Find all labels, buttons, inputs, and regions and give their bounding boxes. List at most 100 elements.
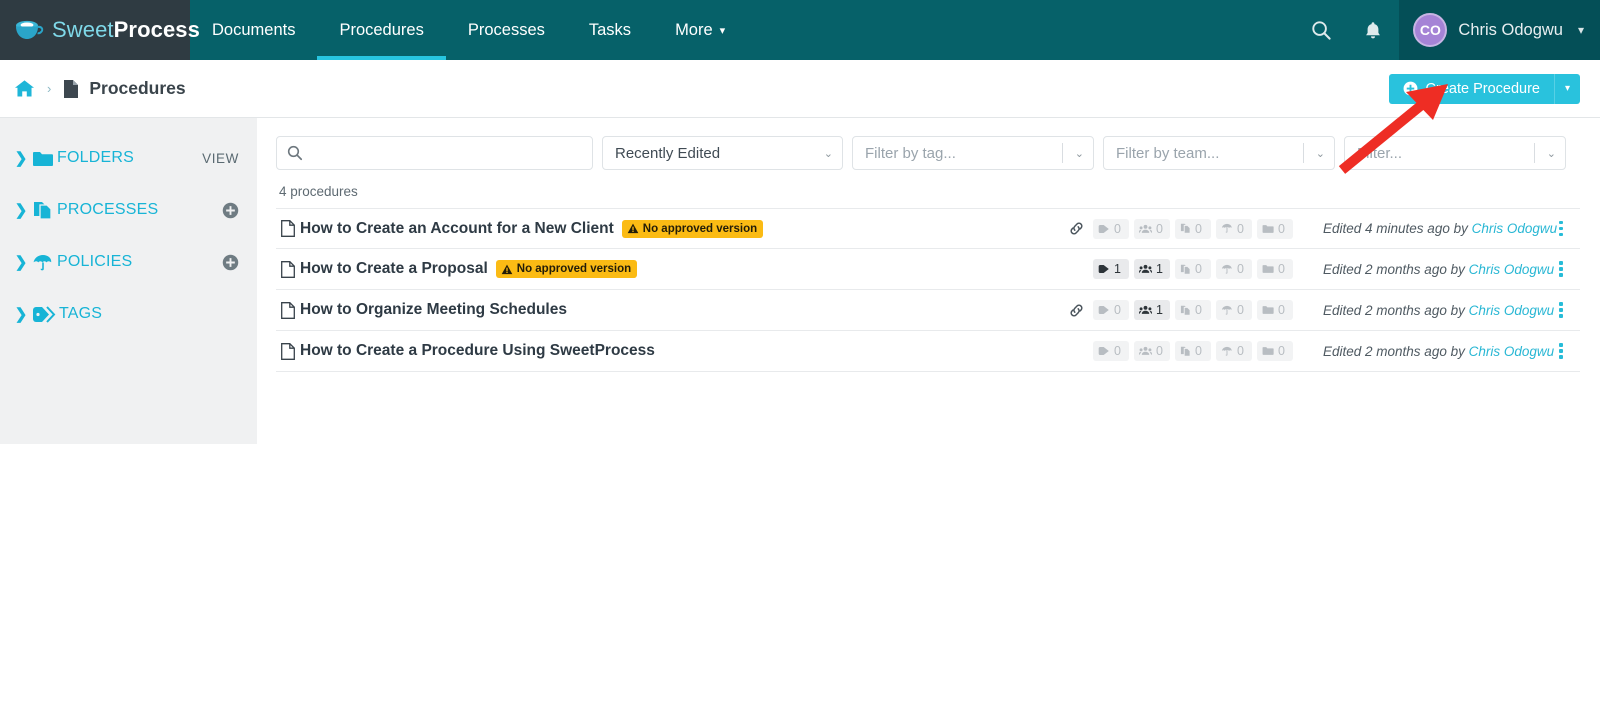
link-icon[interactable] xyxy=(1059,220,1093,237)
search-field[interactable] xyxy=(276,136,593,170)
search-input[interactable] xyxy=(311,144,582,162)
chip-folders[interactable]: 0 xyxy=(1257,300,1293,320)
table-row[interactable]: How to Create an Account for a New Clien… xyxy=(276,208,1580,249)
document-icon xyxy=(63,79,79,99)
chip-policies[interactable]: 0 xyxy=(1216,300,1252,320)
nav-item-procedures[interactable]: Procedures xyxy=(317,0,447,60)
chevron-right-icon: ❯ xyxy=(14,306,28,323)
sort-value: Recently Edited xyxy=(615,144,721,162)
chip-folders[interactable]: 0 xyxy=(1257,341,1293,361)
user-menu[interactable]: CO Chris Odogwu ▾ xyxy=(1399,0,1600,60)
chip-processes[interactable]: 0 xyxy=(1175,259,1211,279)
author-link[interactable]: Chris Odogwu xyxy=(1472,221,1558,236)
brand-logo[interactable]: SweetProcess xyxy=(0,0,200,60)
metric-chips: 0 0 0 0 0 xyxy=(1093,218,1301,239)
chip-processes[interactable]: 0 xyxy=(1175,341,1211,361)
procedure-title[interactable]: How to Create a Proposal xyxy=(300,260,488,278)
create-procedure-button[interactable]: Create Procedure xyxy=(1388,73,1554,104)
document-icon xyxy=(276,260,300,278)
people-icon xyxy=(1139,346,1152,356)
search-icon[interactable] xyxy=(1295,0,1347,60)
sidebar-item-tags[interactable]: ❯ TAGS xyxy=(0,288,257,340)
chip-policies[interactable]: 0 xyxy=(1216,218,1252,239)
avatar: CO xyxy=(1413,13,1448,47)
document-icon xyxy=(276,301,300,319)
sidebar-item-processes[interactable]: ❯ PROCESSES xyxy=(0,184,257,236)
chip-count: 0 xyxy=(1278,262,1285,276)
nav-label: More xyxy=(675,20,713,39)
sidebar-item-policies[interactable]: ❯ POLICIES xyxy=(0,236,257,288)
people-icon xyxy=(1139,224,1152,234)
umbrella-icon xyxy=(1221,305,1233,316)
author-link[interactable]: Chris Odogwu xyxy=(1469,262,1555,277)
nav-item-documents[interactable]: Documents xyxy=(190,0,317,60)
chip-processes[interactable]: 0 xyxy=(1175,300,1211,320)
kebab-menu-icon[interactable] xyxy=(1546,302,1576,318)
chevron-down-icon: ▾ xyxy=(719,24,726,37)
folder-icon xyxy=(1262,224,1274,234)
chip-folders[interactable]: 0 xyxy=(1257,218,1293,239)
sort-select[interactable]: Recently Edited ⌄ xyxy=(602,136,843,170)
user-name: Chris Odogwu xyxy=(1458,20,1563,39)
folder-icon xyxy=(1262,264,1274,274)
chip-count: 1 xyxy=(1114,262,1121,276)
bell-icon[interactable] xyxy=(1347,0,1399,60)
chip-tags[interactable]: 0 xyxy=(1093,218,1129,239)
chip-tags[interactable]: 1 xyxy=(1093,259,1129,279)
table-row[interactable]: How to Create a Procedure Using SweetPro… xyxy=(276,331,1580,372)
kebab-menu-icon[interactable] xyxy=(1546,343,1576,359)
nav-label: Processes xyxy=(467,20,545,39)
chip-count: 0 xyxy=(1114,344,1121,358)
filter-by-tag-select[interactable]: Filter by tag... ⌄ xyxy=(852,136,1094,170)
chip-teams[interactable]: 0 xyxy=(1134,341,1170,361)
table-row[interactable]: How to Create a Proposal No approved ver… xyxy=(276,249,1580,290)
filter-team-placeholder: Filter by team... xyxy=(1116,144,1220,162)
author-link[interactable]: Chris Odogwu xyxy=(1469,303,1555,318)
warning-triangle-icon xyxy=(627,223,639,234)
chip-count: 0 xyxy=(1195,221,1202,236)
chevron-down-icon: ⌄ xyxy=(1315,147,1325,160)
chip-policies[interactable]: 0 xyxy=(1216,259,1252,279)
sidebar-item-folders[interactable]: ❯ FOLDERS VIEW xyxy=(0,132,257,184)
umbrella-icon xyxy=(1221,346,1233,357)
home-icon[interactable] xyxy=(14,79,35,98)
top-navigation-bar: SweetProcess Documents Procedures Proces… xyxy=(0,0,1600,60)
chip-tags[interactable]: 0 xyxy=(1093,300,1129,320)
chip-folders[interactable]: 0 xyxy=(1257,259,1293,279)
chip-teams[interactable]: 1 xyxy=(1134,300,1170,320)
filter-fourth-select[interactable]: Filter... ⌄ xyxy=(1344,136,1566,170)
folders-view-link[interactable]: VIEW xyxy=(202,151,239,166)
chevron-down-icon: ▾ xyxy=(1577,23,1584,37)
kebab-menu-icon[interactable] xyxy=(1546,220,1576,237)
procedure-title[interactable]: How to Create an Account for a New Clien… xyxy=(300,220,614,238)
edited-info: Edited 2 months ago by Chris Odogwu xyxy=(1301,303,1554,318)
nav-item-processes[interactable]: Processes xyxy=(446,0,567,60)
main-nav-items: Documents Procedures Processes Tasks Mor… xyxy=(190,0,747,60)
chip-count: 0 xyxy=(1156,221,1163,236)
procedure-title[interactable]: How to Create a Procedure Using SweetPro… xyxy=(300,342,655,360)
nav-label: Documents xyxy=(212,20,296,39)
plus-circle-icon xyxy=(1403,81,1418,96)
chip-count: 0 xyxy=(1237,262,1244,276)
nav-item-tasks[interactable]: Tasks xyxy=(567,0,653,60)
edited-info: Edited 2 months ago by Chris Odogwu xyxy=(1301,343,1554,359)
table-row[interactable]: How to Organize Meeting Schedules 0 1 0 … xyxy=(276,290,1580,331)
create-procedure-dropdown[interactable]: ▾ xyxy=(1554,73,1580,104)
chip-processes[interactable]: 0 xyxy=(1175,218,1211,239)
author-link[interactable]: Chris Odogwu xyxy=(1469,344,1555,359)
kebab-menu-icon[interactable] xyxy=(1546,261,1576,277)
edited-text: Edited 2 months ago by xyxy=(1323,343,1469,359)
chip-teams[interactable]: 0 xyxy=(1134,218,1170,239)
link-icon[interactable] xyxy=(1059,302,1093,319)
nav-item-more[interactable]: More ▾ xyxy=(653,0,747,60)
chip-count: 0 xyxy=(1195,344,1202,358)
chip-teams[interactable]: 1 xyxy=(1134,259,1170,279)
chip-tags[interactable]: 0 xyxy=(1093,341,1129,361)
brand-name: SweetProcess xyxy=(52,17,200,42)
chip-policies[interactable]: 0 xyxy=(1216,341,1252,361)
procedure-title[interactable]: How to Organize Meeting Schedules xyxy=(300,301,567,319)
add-policy-button[interactable] xyxy=(222,254,239,271)
edited-info: Edited 4 minutes ago by Chris Odogwu xyxy=(1301,221,1557,236)
filter-by-team-select[interactable]: Filter by team... ⌄ xyxy=(1103,136,1335,170)
add-process-button[interactable] xyxy=(222,202,239,219)
